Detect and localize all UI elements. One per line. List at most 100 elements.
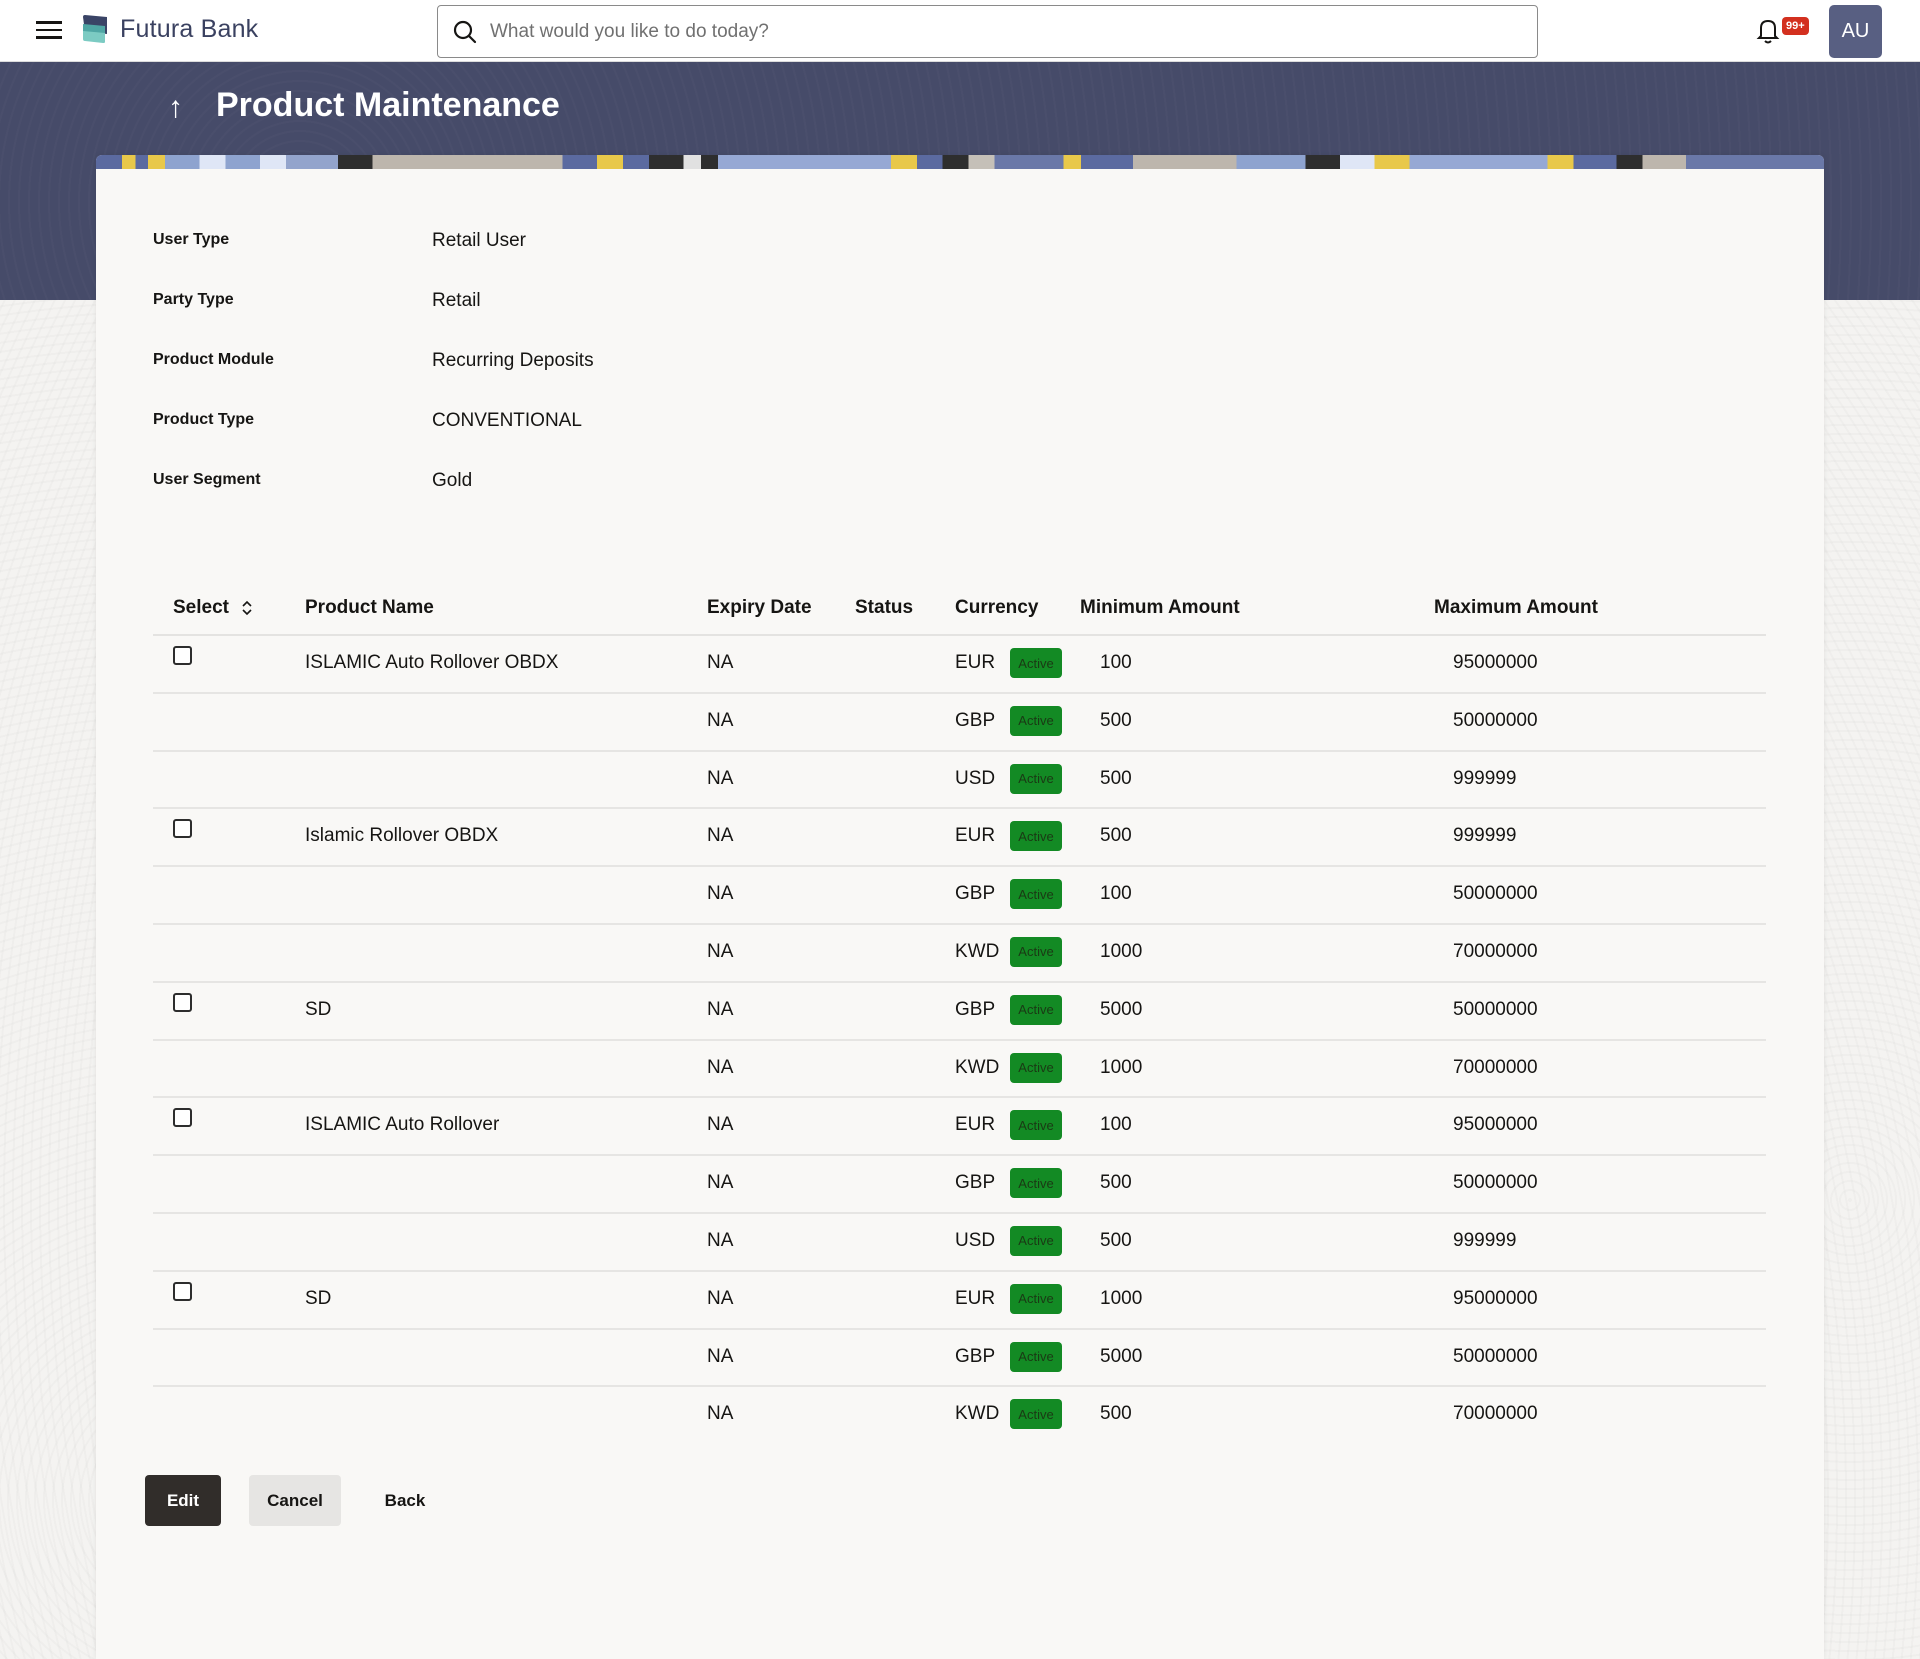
cell-expiry-date: NA [707, 998, 734, 1020]
top-header: Futura Bank 99+ AU [0, 0, 1920, 62]
cell-currency: EUR [955, 825, 996, 847]
cell-expiry-date: NA [707, 1287, 734, 1309]
info-value: Gold [432, 470, 473, 491]
cell-minimum-amount: 100 [1100, 652, 1132, 673]
status-badge: Active [1010, 879, 1062, 910]
info-value: Recurring Deposits [432, 350, 594, 371]
cell-maximum-amount: 95000000 [1453, 652, 1538, 673]
cell-maximum-amount: 70000000 [1453, 940, 1538, 962]
cell-expiry-date: NA [707, 883, 734, 905]
cell-currency: USD [955, 1229, 996, 1251]
info-value: Retail [432, 290, 481, 311]
table-row: ISLAMIC Auto Rollover NA Active EUR 100 95000… [153, 1098, 1766, 1157]
column-header-select[interactable]: Select [173, 597, 253, 619]
column-header-status: Status [855, 597, 914, 618]
cell-minimum-amount: 1000 [1100, 940, 1143, 962]
brand-name: Futura Bank [120, 15, 259, 43]
info-label: User Segment [153, 471, 261, 488]
menu-icon[interactable] [36, 21, 62, 41]
cell-minimum-amount: 1000 [1100, 1056, 1143, 1078]
cell-expiry-date: NA [707, 1345, 734, 1367]
status-badge: Active [1010, 1225, 1062, 1256]
cell-maximum-amount: 50000000 [1453, 883, 1538, 905]
info-label: Party Type [153, 291, 234, 308]
cancel-button[interactable]: Cancel [249, 1475, 341, 1526]
search-input[interactable] [490, 16, 1520, 48]
table-row: NA Active USD 500 999999 [153, 1214, 1766, 1272]
column-header-maximum-amount: Maximum Amount [1434, 597, 1598, 618]
table-row: NA Active KWD 500 70000000 [153, 1387, 1766, 1445]
cell-expiry-date: NA [707, 825, 734, 847]
cell-minimum-amount: 500 [1100, 825, 1132, 847]
cell-product-name: ISLAMIC Auto Rollover [305, 1114, 500, 1136]
cell-expiry-date: NA [707, 652, 734, 673]
info-value: CONVENTIONAL [432, 410, 582, 431]
status-badge: Active [1010, 1052, 1062, 1083]
products-table: Select Product Name Expiry Date Status C… [153, 580, 1766, 1445]
table-row: ISLAMIC Auto Rollover OBDX NA Active EUR 100… [153, 636, 1766, 694]
status-badge: Active [1010, 1399, 1062, 1430]
back-button[interactable]: Back [365, 1475, 445, 1526]
cell-currency: KWD [955, 940, 1000, 962]
cell-currency: EUR [955, 1287, 996, 1309]
search-bar[interactable] [437, 5, 1538, 58]
cell-product-name: SD [305, 1287, 332, 1309]
cell-maximum-amount: 70000000 [1453, 1056, 1538, 1078]
cell-minimum-amount: 500 [1100, 709, 1132, 731]
table-row: Islamic Rollover OBDX NA Active EUR 500 99999… [153, 809, 1766, 868]
column-header-product-name: Product Name [305, 597, 434, 618]
futura-bank-logo-icon [83, 15, 107, 43]
status-badge: Active [1010, 821, 1062, 852]
cell-expiry-date: NA [707, 1403, 734, 1425]
status-badge: Active [1010, 705, 1062, 736]
product-maintenance-card: User Type Retail User Party Type Retail … [96, 155, 1824, 1659]
page-title: Product Maintenance [216, 86, 560, 124]
table-body: ISLAMIC Auto Rollover OBDX NA Active EUR 100… [153, 636, 1766, 1445]
row-select-checkbox[interactable] [173, 992, 192, 1012]
cell-maximum-amount: 999999 [1453, 825, 1517, 847]
cell-maximum-amount: 999999 [1453, 1229, 1517, 1251]
edit-button[interactable]: Edit [145, 1475, 221, 1526]
cell-expiry-date: NA [707, 1172, 734, 1194]
cell-currency: EUR [955, 652, 996, 673]
user-avatar[interactable]: AU [1829, 5, 1882, 58]
cell-minimum-amount: 500 [1100, 1403, 1132, 1425]
cell-maximum-amount: 50000000 [1453, 709, 1538, 731]
cell-product-name: ISLAMIC Auto Rollover OBDX [305, 652, 559, 673]
cell-maximum-amount: 50000000 [1453, 998, 1538, 1020]
cell-maximum-amount: 70000000 [1453, 1403, 1538, 1425]
notification-count-badge: 99+ [1782, 17, 1809, 35]
cell-maximum-amount: 50000000 [1453, 1172, 1538, 1194]
row-select-checkbox[interactable] [173, 819, 192, 839]
cell-product-name: SD [305, 998, 332, 1020]
cell-currency: KWD [955, 1056, 1000, 1078]
cell-currency: GBP [955, 1345, 996, 1367]
cell-minimum-amount: 100 [1100, 883, 1132, 905]
cell-minimum-amount: 5000 [1100, 998, 1143, 1020]
sort-icon[interactable] [241, 599, 253, 617]
cell-maximum-amount: 999999 [1453, 767, 1517, 789]
status-badge: Active [1010, 1341, 1062, 1372]
cell-currency: GBP [955, 1172, 996, 1194]
notification-bell-icon[interactable] [1755, 16, 1781, 46]
cell-currency: USD [955, 767, 996, 789]
table-row: NA Active GBP 500 50000000 [153, 694, 1766, 752]
decorative-banner-strip [96, 155, 1824, 169]
cell-currency: EUR [955, 1114, 996, 1136]
info-label: Product Type [153, 411, 255, 428]
cell-maximum-amount: 50000000 [1453, 1345, 1538, 1367]
back-arrow-icon[interactable]: ↑ [168, 91, 183, 125]
cell-currency: GBP [955, 998, 996, 1020]
table-row: SD NA Active EUR 1000 95000000 [153, 1272, 1766, 1330]
table-row: NA Active KWD 1000 70000000 [153, 925, 1766, 983]
status-badge: Active [1010, 994, 1062, 1025]
row-select-checkbox[interactable] [173, 1281, 192, 1301]
row-select-checkbox[interactable] [173, 1108, 192, 1128]
cell-expiry-date: NA [707, 767, 734, 789]
table-row: SD NA Active GBP 5000 50000000 [153, 983, 1766, 1041]
search-icon [453, 20, 477, 44]
cell-minimum-amount: 1000 [1100, 1287, 1143, 1309]
cell-maximum-amount: 95000000 [1453, 1287, 1538, 1309]
info-value: Retail User [432, 230, 526, 251]
row-select-checkbox[interactable] [173, 646, 192, 665]
